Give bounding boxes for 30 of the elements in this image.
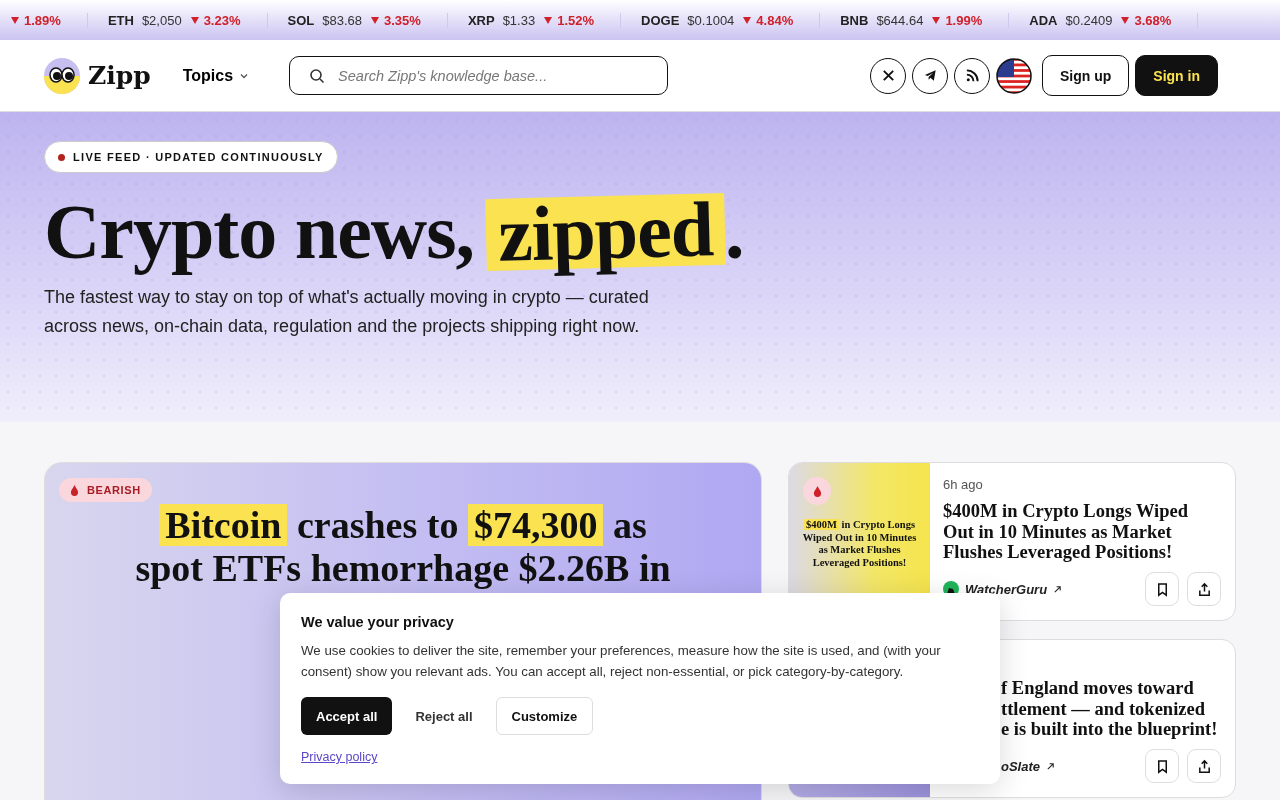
- coin-price: $83.68: [322, 12, 362, 28]
- price-change: 3.35%: [370, 12, 421, 28]
- banner-title: We value your privacy: [301, 614, 455, 630]
- coin-price: $0.1004: [687, 12, 735, 28]
- story-title: f England moves toward ttlement — and tokenized e is built into the blueprint!: [1001, 678, 1219, 740]
- price-change: 1.99%: [931, 12, 983, 28]
- coin-price: $2,050: [141, 12, 182, 28]
- price-change: 3.68%: [1120, 12, 1172, 28]
- price-change: 4.84%: [742, 12, 794, 28]
- coin-symbol: BNB: [840, 12, 869, 28]
- coin-symbol: XRP: [467, 12, 495, 28]
- featured-headline: Bitcoin crashes to $74,300 as spot ETFs hemorrhage $2.26B in: [134, 504, 672, 590]
- story-time: 6h ago: [943, 477, 984, 492]
- coin-symbol: ADA: [1029, 12, 1058, 28]
- live-feed-badge: LIVE FEED · UPDATED CONTINUOUSLY: [44, 141, 338, 173]
- hero-subtitle: The fastest way to stay on top of what's actually moving in crypto — curated across news, on-chain data, regulation and the projects shipping right now.: [44, 286, 650, 338]
- thumbnail-headline: $400M in Crypto Longs Wiped Out in 10 Minutes as Market Flushes Leveraged Positions!: [801, 519, 918, 569]
- coin-price: $1.33: [502, 12, 536, 28]
- coin-symbol: DOGE: [641, 12, 680, 28]
- coin-price: $0.2409: [1065, 12, 1113, 28]
- sentiment-badge: BEARISH: [59, 478, 152, 502]
- coin-symbol: ETH: [107, 12, 134, 28]
- hero-title: Crypto news,: [44, 187, 474, 277]
- coin-symbol: SOL: [287, 12, 315, 28]
- story-title: $400M in Crypto Longs Wiped Out in 10 Minutes as Market Flushes Leveraged Positions!: [943, 501, 1189, 563]
- price-change: 3.23%: [189, 12, 241, 28]
- title-period: .: [725, 187, 744, 277]
- price-change: 1.52%: [543, 12, 595, 28]
- coin-price: $644.64: [876, 12, 924, 28]
- price-change: 1.89%: [10, 12, 61, 28]
